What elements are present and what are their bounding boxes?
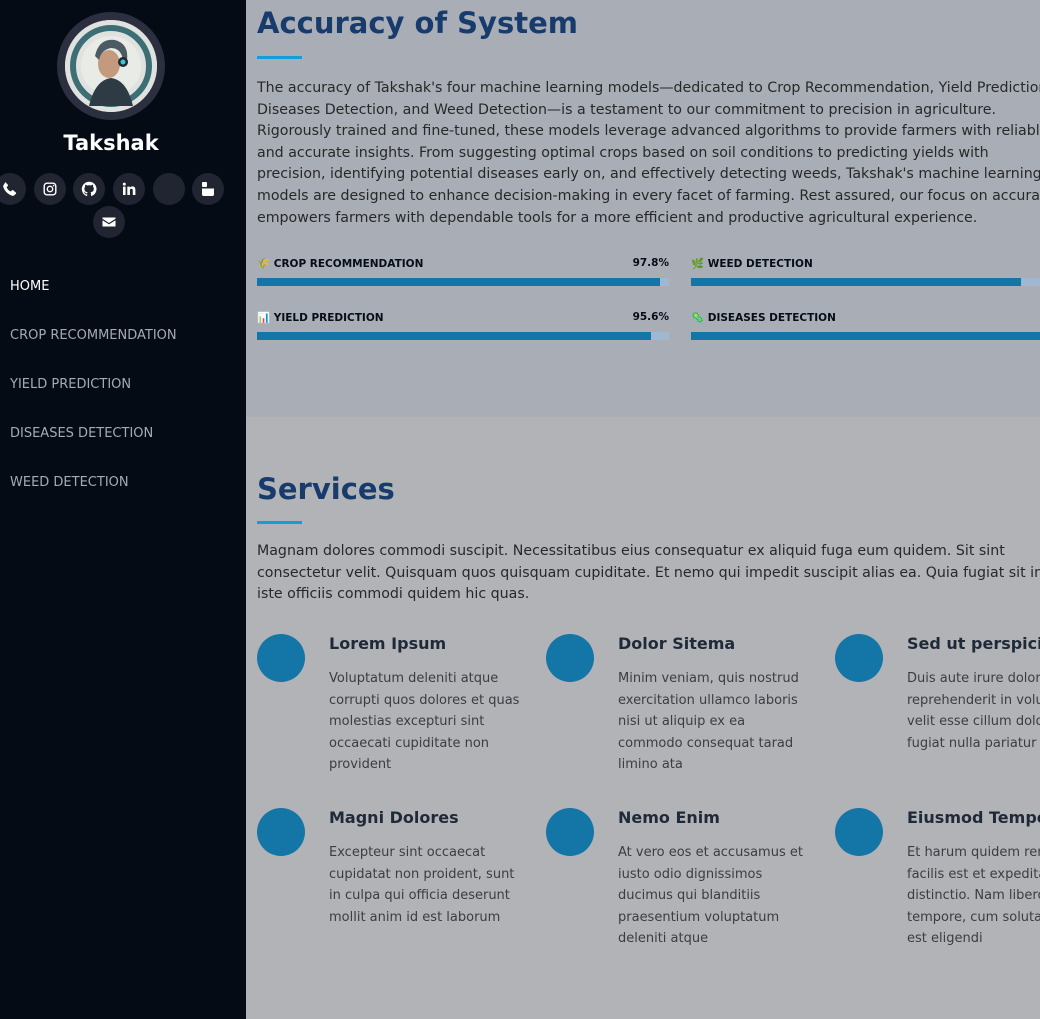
skill-diseases-detection: 🦠 DISEASES DETECTION bbox=[691, 311, 1040, 340]
skill-label: DISEASES DETECTION bbox=[707, 312, 836, 324]
service-description: Minim veniam, quis nostrud exercitation … bbox=[618, 671, 799, 773]
instagram-icon[interactable] bbox=[34, 173, 66, 205]
skill-emoji: 🌿 bbox=[691, 258, 705, 270]
service-description: Duis aute irure dolor in reprehenderit i… bbox=[907, 671, 1040, 751]
skill-label: CROP RECOMMENDATION bbox=[273, 258, 424, 270]
progress-bar bbox=[691, 332, 1040, 340]
blank-icon[interactable] bbox=[153, 173, 185, 205]
main-content: Accuracy of System The accuracy of Taksh… bbox=[246, 0, 1040, 1019]
progress-bar-fill bbox=[257, 278, 660, 286]
skill-emoji: 🦠 bbox=[691, 312, 705, 324]
skill-value: 97.8% bbox=[632, 257, 669, 269]
nav-crop-recommendation[interactable]: CROP RECOMMENDATION bbox=[0, 311, 246, 360]
service-description: Excepteur sint occaecat cupidatat non pr… bbox=[329, 845, 515, 925]
service-title[interactable]: Nemo Enim bbox=[618, 808, 720, 827]
progress-bar-fill bbox=[691, 278, 1021, 286]
skill-label: YIELD PREDICTION bbox=[273, 312, 384, 324]
service-description: Et harum quidem rerum facilis est et exp… bbox=[907, 845, 1040, 947]
phone-icon[interactable] bbox=[0, 173, 26, 205]
services-title-underline bbox=[257, 521, 302, 524]
progress-bar-fill bbox=[257, 332, 651, 340]
sidebar: Takshak HOME CROP RECOMMENDATION YIELD P… bbox=[0, 0, 246, 1019]
skill-emoji: 📊 bbox=[257, 312, 271, 324]
service-title[interactable]: Sed ut perspiciatis bbox=[907, 634, 1040, 653]
skill-weed-detection: 🌿 WEED DETECTION bbox=[691, 257, 1040, 286]
service-title[interactable]: Eiusmod Tempor bbox=[907, 808, 1040, 827]
linkedin-icon[interactable] bbox=[113, 173, 145, 205]
service-icon bbox=[257, 808, 305, 856]
nav-home[interactable]: HOME bbox=[0, 262, 246, 311]
service-icon bbox=[546, 808, 594, 856]
accuracy-title: Accuracy of System bbox=[257, 6, 578, 40]
avatar[interactable] bbox=[65, 20, 157, 112]
accuracy-section: Accuracy of System The accuracy of Taksh… bbox=[246, 0, 1040, 417]
services-section: Services Magnam dolores commodi suscipit… bbox=[246, 417, 1040, 1019]
service-description: Voluptatum deleniti atque corrupti quos … bbox=[329, 671, 520, 773]
youtube-icon[interactable] bbox=[192, 173, 224, 205]
service-title[interactable]: Dolor Sitema bbox=[618, 634, 735, 653]
service-icon bbox=[546, 634, 594, 682]
services-title: Services bbox=[257, 472, 395, 506]
progress-bar bbox=[691, 278, 1040, 286]
services-description: Magnam dolores commodi suscipit. Necessi… bbox=[257, 543, 1040, 603]
nav-weed-detection[interactable]: WEED DETECTION bbox=[0, 458, 246, 507]
service-icon bbox=[835, 634, 883, 682]
service-description: At vero eos et accusamus et iusto odio d… bbox=[618, 845, 803, 947]
skill-emoji: 🌾 bbox=[257, 258, 271, 270]
email-icon[interactable] bbox=[93, 206, 125, 238]
avatar-frame bbox=[57, 12, 165, 120]
accuracy-title-underline bbox=[257, 56, 302, 59]
skill-value: 95.6% bbox=[632, 311, 669, 323]
avatar-portrait-icon bbox=[65, 20, 157, 112]
skill-yield-prediction: 📊 YIELD PREDICTION 95.6% bbox=[257, 311, 669, 340]
nav-yield-prediction[interactable]: YIELD PREDICTION bbox=[0, 360, 246, 409]
progress-bar bbox=[257, 332, 669, 340]
nav-diseases-detection[interactable]: DISEASES DETECTION bbox=[0, 409, 246, 458]
brand-name: Takshak bbox=[63, 131, 159, 155]
accuracy-description: The accuracy of Takshak's four machine l… bbox=[257, 80, 1040, 226]
sidebar-nav: HOME CROP RECOMMENDATION YIELD PREDICTIO… bbox=[0, 262, 246, 507]
skill-label: WEED DETECTION bbox=[707, 258, 813, 270]
skill-crop-recommendation: 🌾 CROP RECOMMENDATION 97.8% bbox=[257, 257, 669, 286]
service-icon bbox=[257, 634, 305, 682]
service-title[interactable]: Magni Dolores bbox=[329, 808, 459, 827]
progress-bar bbox=[257, 278, 669, 286]
progress-bar-fill bbox=[691, 332, 1040, 340]
service-icon bbox=[835, 808, 883, 856]
service-title[interactable]: Lorem Ipsum bbox=[329, 634, 446, 653]
github-icon[interactable] bbox=[73, 173, 105, 205]
